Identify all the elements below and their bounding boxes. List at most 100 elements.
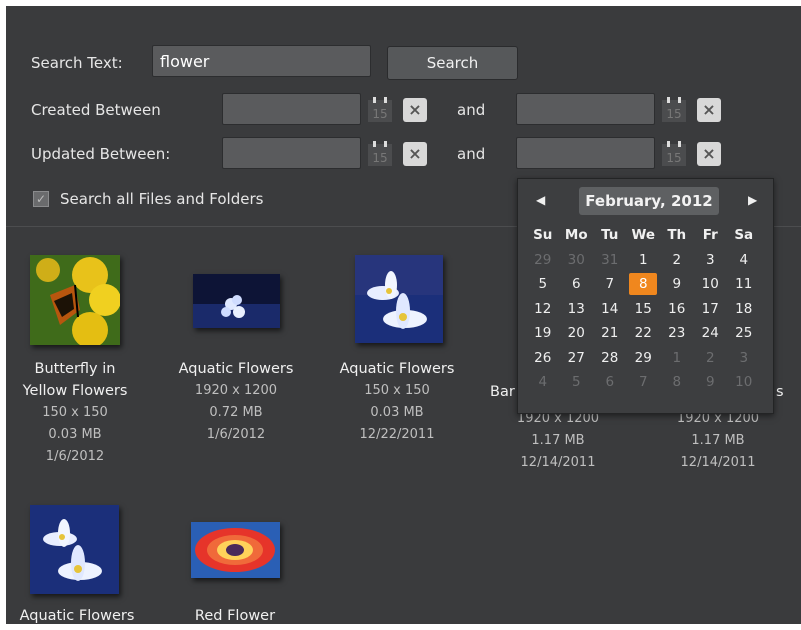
updated-to-clear-icon[interactable]: ×	[697, 142, 721, 166]
weekday-header: Su	[533, 227, 553, 244]
search-text-label: Search Text:	[31, 54, 123, 72]
calendar-day[interactable]: 18	[727, 297, 761, 322]
updated-from-clear-icon[interactable]: ×	[403, 142, 427, 166]
updated-from-field[interactable]	[222, 137, 361, 169]
result-item-5[interactable]: 1920 x 1200 1.17 MB 12/14/2011	[648, 408, 788, 474]
svg-text:15: 15	[666, 151, 681, 165]
calendar-day[interactable]: 14	[593, 297, 627, 322]
result-title: Aquatic Flowers	[339, 361, 455, 377]
calendar-day[interactable]: 2	[694, 346, 728, 371]
weekday-header: Fr	[702, 227, 718, 244]
search-input[interactable]: flower	[152, 45, 371, 77]
calendar-day[interactable]: 29	[627, 346, 661, 371]
calendar-day[interactable]: 1	[660, 346, 694, 371]
date-picker-popup[interactable]: ◀ February, 2012 ▶ Su Mo Tu We Th Fr Sa 29 30 31…	[517, 178, 774, 414]
result-title: Bar	[490, 384, 515, 400]
updated-between-label: Updated Between:	[31, 145, 171, 163]
weekday-header: Mo	[564, 227, 588, 244]
calendar-day[interactable]: 13	[560, 297, 594, 322]
updated-to-field[interactable]	[516, 137, 655, 169]
result-date: 1/6/2012	[206, 427, 266, 442]
calendar-day[interactable]: 25	[727, 321, 761, 346]
calendar-day-selected[interactable]: 8	[627, 272, 661, 297]
calendar-day[interactable]: 5	[526, 272, 560, 297]
calendar-grid: Su Mo Tu We Th Fr Sa 29 30 31 1 2 3 4 5 6 7 8 9 10 11 12 13 14…	[526, 223, 761, 395]
calendar-day[interactable]: 10	[727, 370, 761, 395]
created-from-clear-icon[interactable]: ×	[403, 98, 427, 122]
updated-to-calendar-icon[interactable]: 15	[661, 141, 687, 167]
calendar-day[interactable]: 17	[694, 297, 728, 322]
svg-text:15: 15	[372, 107, 387, 121]
red-flower-thumbnail[interactable]	[191, 522, 280, 578]
result-size: 0.03 MB	[370, 405, 424, 420]
calendar-day[interactable]: 28	[593, 346, 627, 371]
calendar-day[interactable]: 5	[560, 370, 594, 395]
calendar-day[interactable]: 24	[694, 321, 728, 346]
calendar-day[interactable]: 29	[526, 248, 560, 273]
result-date: 12/14/2011	[680, 455, 756, 470]
calendar-day[interactable]: 6	[560, 272, 594, 297]
calendar-day[interactable]: 6	[593, 370, 627, 395]
calendar-day[interactable]: 21	[593, 321, 627, 346]
calendar-day[interactable]: 2	[660, 248, 694, 273]
result-item-4[interactable]: 1920 x 1200 1.17 MB 12/14/2011	[488, 408, 628, 474]
result-date: 1/6/2012	[45, 449, 105, 464]
calendar-day[interactable]: 20	[560, 321, 594, 346]
calendar-day[interactable]: 9	[660, 272, 694, 297]
result-dimensions: 1920 x 1200	[194, 383, 278, 398]
result-title: Yellow Flowers	[22, 383, 128, 399]
created-from-calendar-icon[interactable]: 15	[367, 97, 393, 123]
result-dimensions: 150 x 150	[364, 383, 430, 398]
calendar-day[interactable]: 15	[627, 297, 661, 322]
calendar-day[interactable]: 10	[694, 272, 728, 297]
calendar-day[interactable]: 3	[727, 346, 761, 371]
aquatic-flowers-thumbnail-2[interactable]	[355, 255, 443, 343]
calendar-day[interactable]: 8	[660, 370, 694, 395]
result-item-2[interactable]: Aquatic Flowers 1920 x 1200 0.72 MB 1/6/…	[166, 358, 306, 446]
calendar-day[interactable]: 7	[627, 370, 661, 395]
aquatic-flowers-thumbnail-3[interactable]	[30, 505, 119, 594]
created-between-label: Created Between	[31, 101, 161, 119]
calendar-day[interactable]: 4	[727, 248, 761, 273]
calendar-day[interactable]: 26	[526, 346, 560, 371]
search-all-checkbox[interactable]: ✓	[33, 191, 49, 207]
calendar-day[interactable]: 16	[660, 297, 694, 322]
calendar-day[interactable]: 7	[593, 272, 627, 297]
calendar-day[interactable]: 22	[627, 321, 661, 346]
created-from-field[interactable]	[222, 93, 361, 125]
next-month-icon[interactable]: ▶	[748, 193, 757, 207]
search-panel: Search Text: flower Search Created Betwe…	[6, 6, 801, 624]
calendar-day[interactable]: 4	[526, 370, 560, 395]
calendar-day[interactable]: 23	[660, 321, 694, 346]
weekday-header: Th	[667, 227, 687, 244]
result-item-3[interactable]: Aquatic Flowers 150 x 150 0.03 MB 12/22/…	[327, 358, 467, 446]
result-item-1[interactable]: Butterfly in Yellow Flowers 150 x 150 0.…	[6, 358, 145, 468]
created-to-calendar-icon[interactable]: 15	[661, 97, 687, 123]
updated-from-calendar-icon[interactable]: 15	[367, 141, 393, 167]
calendar-day[interactable]: 1	[627, 248, 661, 273]
created-to-field[interactable]	[516, 93, 655, 125]
result-size: 1.17 MB	[531, 433, 585, 448]
calendar-day[interactable]: 19	[526, 321, 560, 346]
calendar-day[interactable]: 27	[560, 346, 594, 371]
calendar-day[interactable]: 11	[727, 272, 761, 297]
calendar-day[interactable]: 3	[694, 248, 728, 273]
prev-month-icon[interactable]: ◀	[536, 193, 545, 207]
result-size: 1.17 MB	[691, 433, 745, 448]
weekday-header: Sa	[734, 227, 754, 244]
calendar-day[interactable]: 31	[593, 248, 627, 273]
svg-text:15: 15	[372, 151, 387, 165]
result-title: Aquatic Flowers	[19, 608, 135, 624]
calendar-day[interactable]: 30	[560, 248, 594, 273]
weekday-header: Tu	[601, 227, 619, 244]
calendar-day[interactable]: 12	[526, 297, 560, 322]
calendar-day[interactable]: 9	[694, 370, 728, 395]
result-size: 0.03 MB	[48, 427, 102, 442]
butterfly-thumbnail[interactable]	[30, 255, 120, 345]
created-to-clear-icon[interactable]: ×	[697, 98, 721, 122]
search-all-label: Search all Files and Folders	[60, 190, 264, 208]
aquatic-flowers-thumbnail-1[interactable]	[193, 274, 280, 328]
result-title: Butterfly in	[34, 361, 116, 377]
month-year-title[interactable]: February, 2012	[579, 187, 719, 215]
search-button[interactable]: Search	[387, 46, 518, 80]
